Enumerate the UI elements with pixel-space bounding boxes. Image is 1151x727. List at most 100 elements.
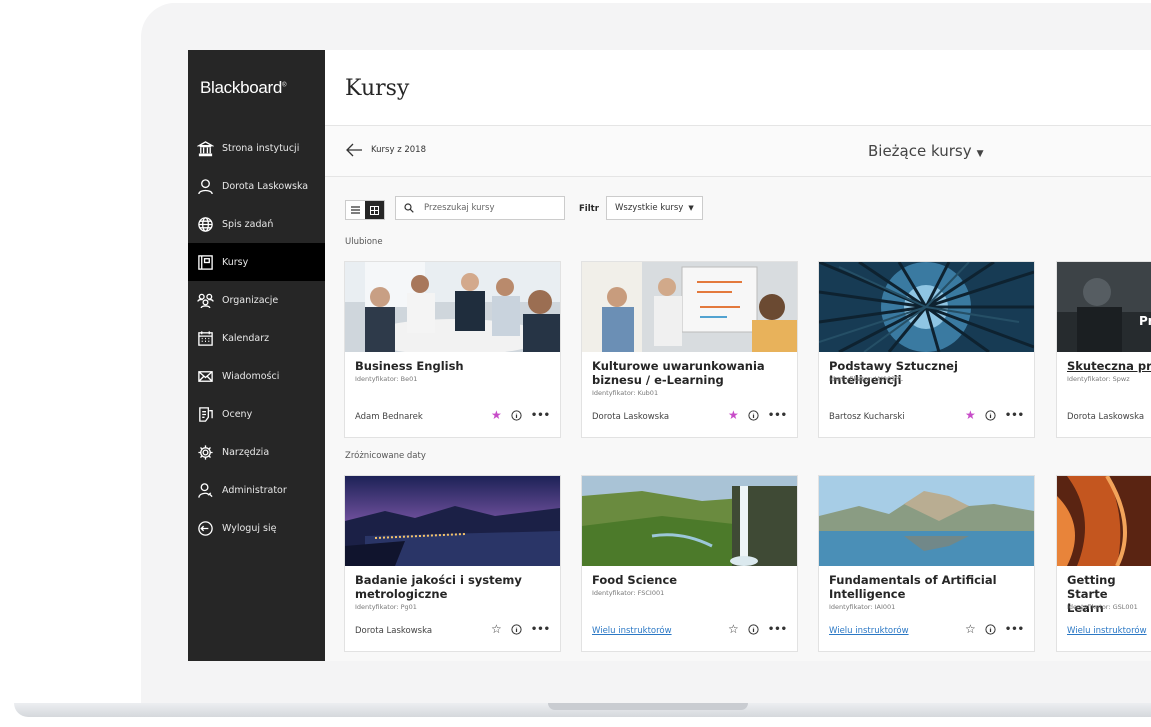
sidebar-item-profile[interactable]: Dorota Laskowska: [188, 167, 325, 205]
course-image: Pr: [1057, 262, 1151, 352]
course-card[interactable]: Food Science Identyfikator: FSCI001 Wiel…: [582, 476, 797, 651]
laptop-notch: [548, 703, 748, 710]
sidebar-item-label: Spis zadań: [222, 218, 274, 230]
course-card[interactable]: Podstawy Sztucznej Inteligencji Identyfi…: [819, 262, 1034, 437]
info-icon[interactable]: [985, 409, 996, 421]
sidebar-item-calendar[interactable]: Kalendarz: [188, 319, 325, 357]
sidebar-item-label: Administrator: [222, 484, 287, 496]
sidebar-item-activity[interactable]: Spis zadań: [188, 205, 325, 243]
search-input[interactable]: [422, 202, 556, 214]
favorites-section-label: Ulubione: [345, 237, 383, 247]
info-icon[interactable]: [985, 623, 996, 635]
blackboard-logo[interactable]: Blackboard®: [200, 78, 286, 98]
search-icon: [404, 203, 414, 213]
card-actions: ☆ •••: [728, 623, 787, 635]
card-actions: ★ •••: [491, 409, 550, 421]
more-options-icon[interactable]: •••: [1005, 410, 1024, 421]
organizations-icon: [196, 291, 214, 309]
more-options-icon[interactable]: •••: [531, 624, 550, 635]
course-image: [582, 262, 797, 352]
course-title[interactable]: Fundamentals of Artificial Intelligence: [829, 573, 1029, 601]
current-courses-label: Bieżące kursy: [868, 142, 972, 160]
admin-icon: [196, 481, 214, 499]
course-card[interactable]: Getting Starte Learn Identyfikator: GSL0…: [1057, 476, 1151, 651]
sidebar-item-grades[interactable]: Oceny: [188, 395, 325, 433]
course-id: Identyfikator: IAI001: [829, 603, 896, 611]
sidebar-item-label: Wiadomości: [222, 370, 280, 382]
sidebar-item-label: Kalendarz: [222, 332, 270, 344]
globe-icon: [196, 215, 214, 233]
course-instructor: Bartosz Kucharski: [829, 412, 905, 422]
star-outline-icon[interactable]: ☆: [965, 623, 976, 635]
sidebar-item-messages[interactable]: Wiadomości: [188, 357, 325, 395]
course-card[interactable]: Business English Identyfikator: Be01 Ada…: [345, 262, 560, 437]
envelope-icon: [196, 367, 214, 385]
favorite-star-icon[interactable]: ★: [965, 409, 976, 421]
multiple-instructors-link[interactable]: Wielu instruktorów: [592, 626, 672, 636]
course-title[interactable]: Skuteczna pra: [1067, 359, 1151, 373]
sidebar-item-label: Strona instytucji: [222, 142, 300, 154]
tools-gear-icon: [196, 443, 214, 461]
course-image: [1057, 476, 1151, 566]
card-actions: ★ •••: [965, 409, 1024, 421]
card-actions: ★ •••: [728, 409, 787, 421]
term-navigation: Kursy z 2018 Bieżące kursy ▼: [325, 126, 1151, 177]
current-courses-dropdown[interactable]: Bieżące kursy ▼: [868, 142, 984, 160]
course-title[interactable]: Badanie jakości i systemy metrologiczne: [355, 573, 555, 601]
calendar-icon: [196, 329, 214, 347]
multiple-instructors-link[interactable]: Wielu instruktorów: [829, 626, 909, 636]
institution-icon: [196, 139, 214, 157]
sidebar-item-institution[interactable]: Strona instytucji: [188, 129, 325, 167]
course-id: Identyfikator: IAI001PL: [829, 375, 903, 383]
caret-down-icon: ▼: [976, 149, 984, 159]
course-instructor: Adam Bednarek: [355, 412, 423, 422]
course-card[interactable]: Badanie jakości i systemy metrologiczne …: [345, 476, 560, 651]
card-actions: ☆ •••: [965, 623, 1024, 635]
page-header: Kursy: [325, 50, 1151, 126]
sidebar-item-label: Oceny: [222, 408, 253, 420]
sidebar-item-logout[interactable]: Wyloguj się: [188, 509, 325, 547]
course-card[interactable]: Pr Skuteczna pra Identyfikator: Spwz Dor…: [1057, 262, 1151, 437]
course-image-text: Pr: [1139, 314, 1151, 328]
info-icon[interactable]: [511, 623, 522, 635]
sidebar-item-organizations[interactable]: Organizacje: [188, 281, 325, 319]
courses-icon: [196, 253, 214, 271]
list-view-button[interactable]: [346, 201, 365, 219]
star-outline-icon[interactable]: ☆: [728, 623, 739, 635]
star-outline-icon[interactable]: ☆: [491, 623, 502, 635]
sidebar-item-courses[interactable]: Kursy: [188, 243, 325, 281]
main-content: Kursy Kursy z 2018 Bieżące kursy ▼ Przes…: [325, 50, 1151, 661]
filter-select[interactable]: Wszystkie kursy ▼: [606, 196, 703, 220]
course-instructor: Dorota Laskowska: [355, 626, 433, 636]
more-options-icon[interactable]: •••: [531, 410, 550, 421]
filter-value: Wszystkie kursy: [615, 203, 684, 213]
info-icon[interactable]: [748, 409, 759, 421]
course-title[interactable]: Business English: [355, 359, 555, 373]
course-image: [819, 476, 1034, 566]
course-id: Identyfikator: Kub01: [592, 389, 659, 397]
grid-view-button[interactable]: [365, 201, 384, 219]
sidebar-item-tools[interactable]: Narzędzia: [188, 433, 325, 471]
info-icon[interactable]: [511, 409, 522, 421]
course-id: Identyfikator: Pg01: [355, 603, 417, 611]
sidebar-item-label: Kursy: [222, 256, 249, 268]
sidebar-item-label: Organizacje: [222, 294, 279, 306]
sidebar: Blackboard® Strona instytucji Dorota Las…: [188, 50, 325, 661]
view-toggle: [345, 200, 385, 220]
previous-term-link[interactable]: Kursy z 2018: [371, 145, 426, 155]
course-card[interactable]: Fundamentals of Artificial Intelligence …: [819, 476, 1034, 651]
favorite-star-icon[interactable]: ★: [728, 409, 739, 421]
arrow-left-icon[interactable]: [345, 142, 363, 158]
course-card[interactable]: Kulturowe uwarunkowania biznesu / e-Lear…: [582, 262, 797, 437]
more-options-icon[interactable]: •••: [768, 624, 787, 635]
more-options-icon[interactable]: •••: [768, 410, 787, 421]
favorite-star-icon[interactable]: ★: [491, 409, 502, 421]
sidebar-item-admin[interactable]: Administrator: [188, 471, 325, 509]
more-options-icon[interactable]: •••: [1005, 624, 1024, 635]
user-icon: [196, 177, 214, 195]
multiple-instructors-link[interactable]: Wielu instruktorów: [1067, 626, 1147, 636]
course-image: [819, 262, 1034, 352]
info-icon[interactable]: [748, 623, 759, 635]
course-title[interactable]: Kulturowe uwarunkowania biznesu / e-Lear…: [592, 359, 792, 387]
course-title[interactable]: Food Science: [592, 573, 792, 587]
